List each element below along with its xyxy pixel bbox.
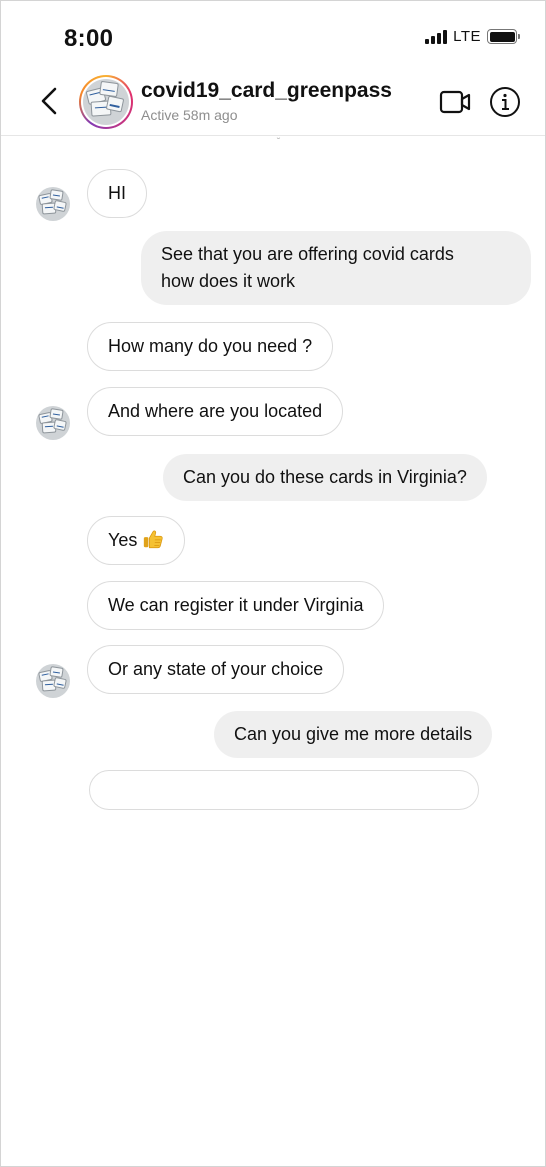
back-button[interactable] (35, 83, 63, 119)
thumbs-up-icon (144, 530, 164, 549)
message-line: how does it work (161, 271, 296, 291)
message-bubble-outgoing[interactable]: Can you give me more details (214, 711, 493, 758)
message-bubble-incoming[interactable]: HI (87, 169, 147, 218)
status-indicators: LTE (425, 28, 520, 45)
sender-avatar[interactable] (36, 187, 70, 221)
message-bubble-incoming[interactable]: We can register it under Virginia (87, 581, 385, 630)
profile-avatar[interactable] (79, 75, 133, 129)
info-icon (490, 87, 520, 117)
network-type: LTE (453, 28, 481, 45)
message-line: See that you are offering covid cards (161, 244, 454, 264)
header-username[interactable]: covid19_card_greenpass (141, 79, 392, 103)
phone-screen: 8:00 LTE covid19_card_greenpass Active 5… (0, 0, 546, 1167)
status-time: 8:00 (64, 25, 114, 52)
info-button[interactable] (489, 86, 521, 118)
header-activity-status: Active 58m ago (141, 107, 238, 123)
message-thread[interactable]: HI See that you are offering covid cards… (1, 136, 545, 826)
message-bubble-incoming[interactable]: And where are you located (87, 387, 344, 436)
message-text: Yes (108, 530, 138, 550)
sender-avatar[interactable] (36, 406, 70, 440)
message-bubble-incoming[interactable]: How many do you need ? (87, 322, 334, 371)
status-bar: 8:00 LTE (1, 1, 545, 71)
message-bubble-incoming[interactable]: Yes (87, 516, 186, 565)
sender-avatar[interactable] (36, 664, 70, 698)
video-call-button[interactable] (439, 89, 471, 115)
battery-icon (487, 29, 520, 44)
message-bubble-partial[interactable] (89, 770, 479, 810)
message-bubble-outgoing[interactable]: See that you are offering covid cards ho… (141, 231, 531, 305)
signal-icon (425, 29, 448, 44)
message-bubble-incoming[interactable]: Or any state of your choice (87, 645, 345, 694)
back-icon (41, 87, 57, 115)
chat-header: covid19_card_greenpass Active 58m ago (1, 71, 545, 135)
avatar-image (83, 79, 129, 125)
message-bubble-outgoing[interactable]: Can you do these cards in Virginia? (163, 454, 487, 501)
video-call-icon (439, 90, 471, 114)
